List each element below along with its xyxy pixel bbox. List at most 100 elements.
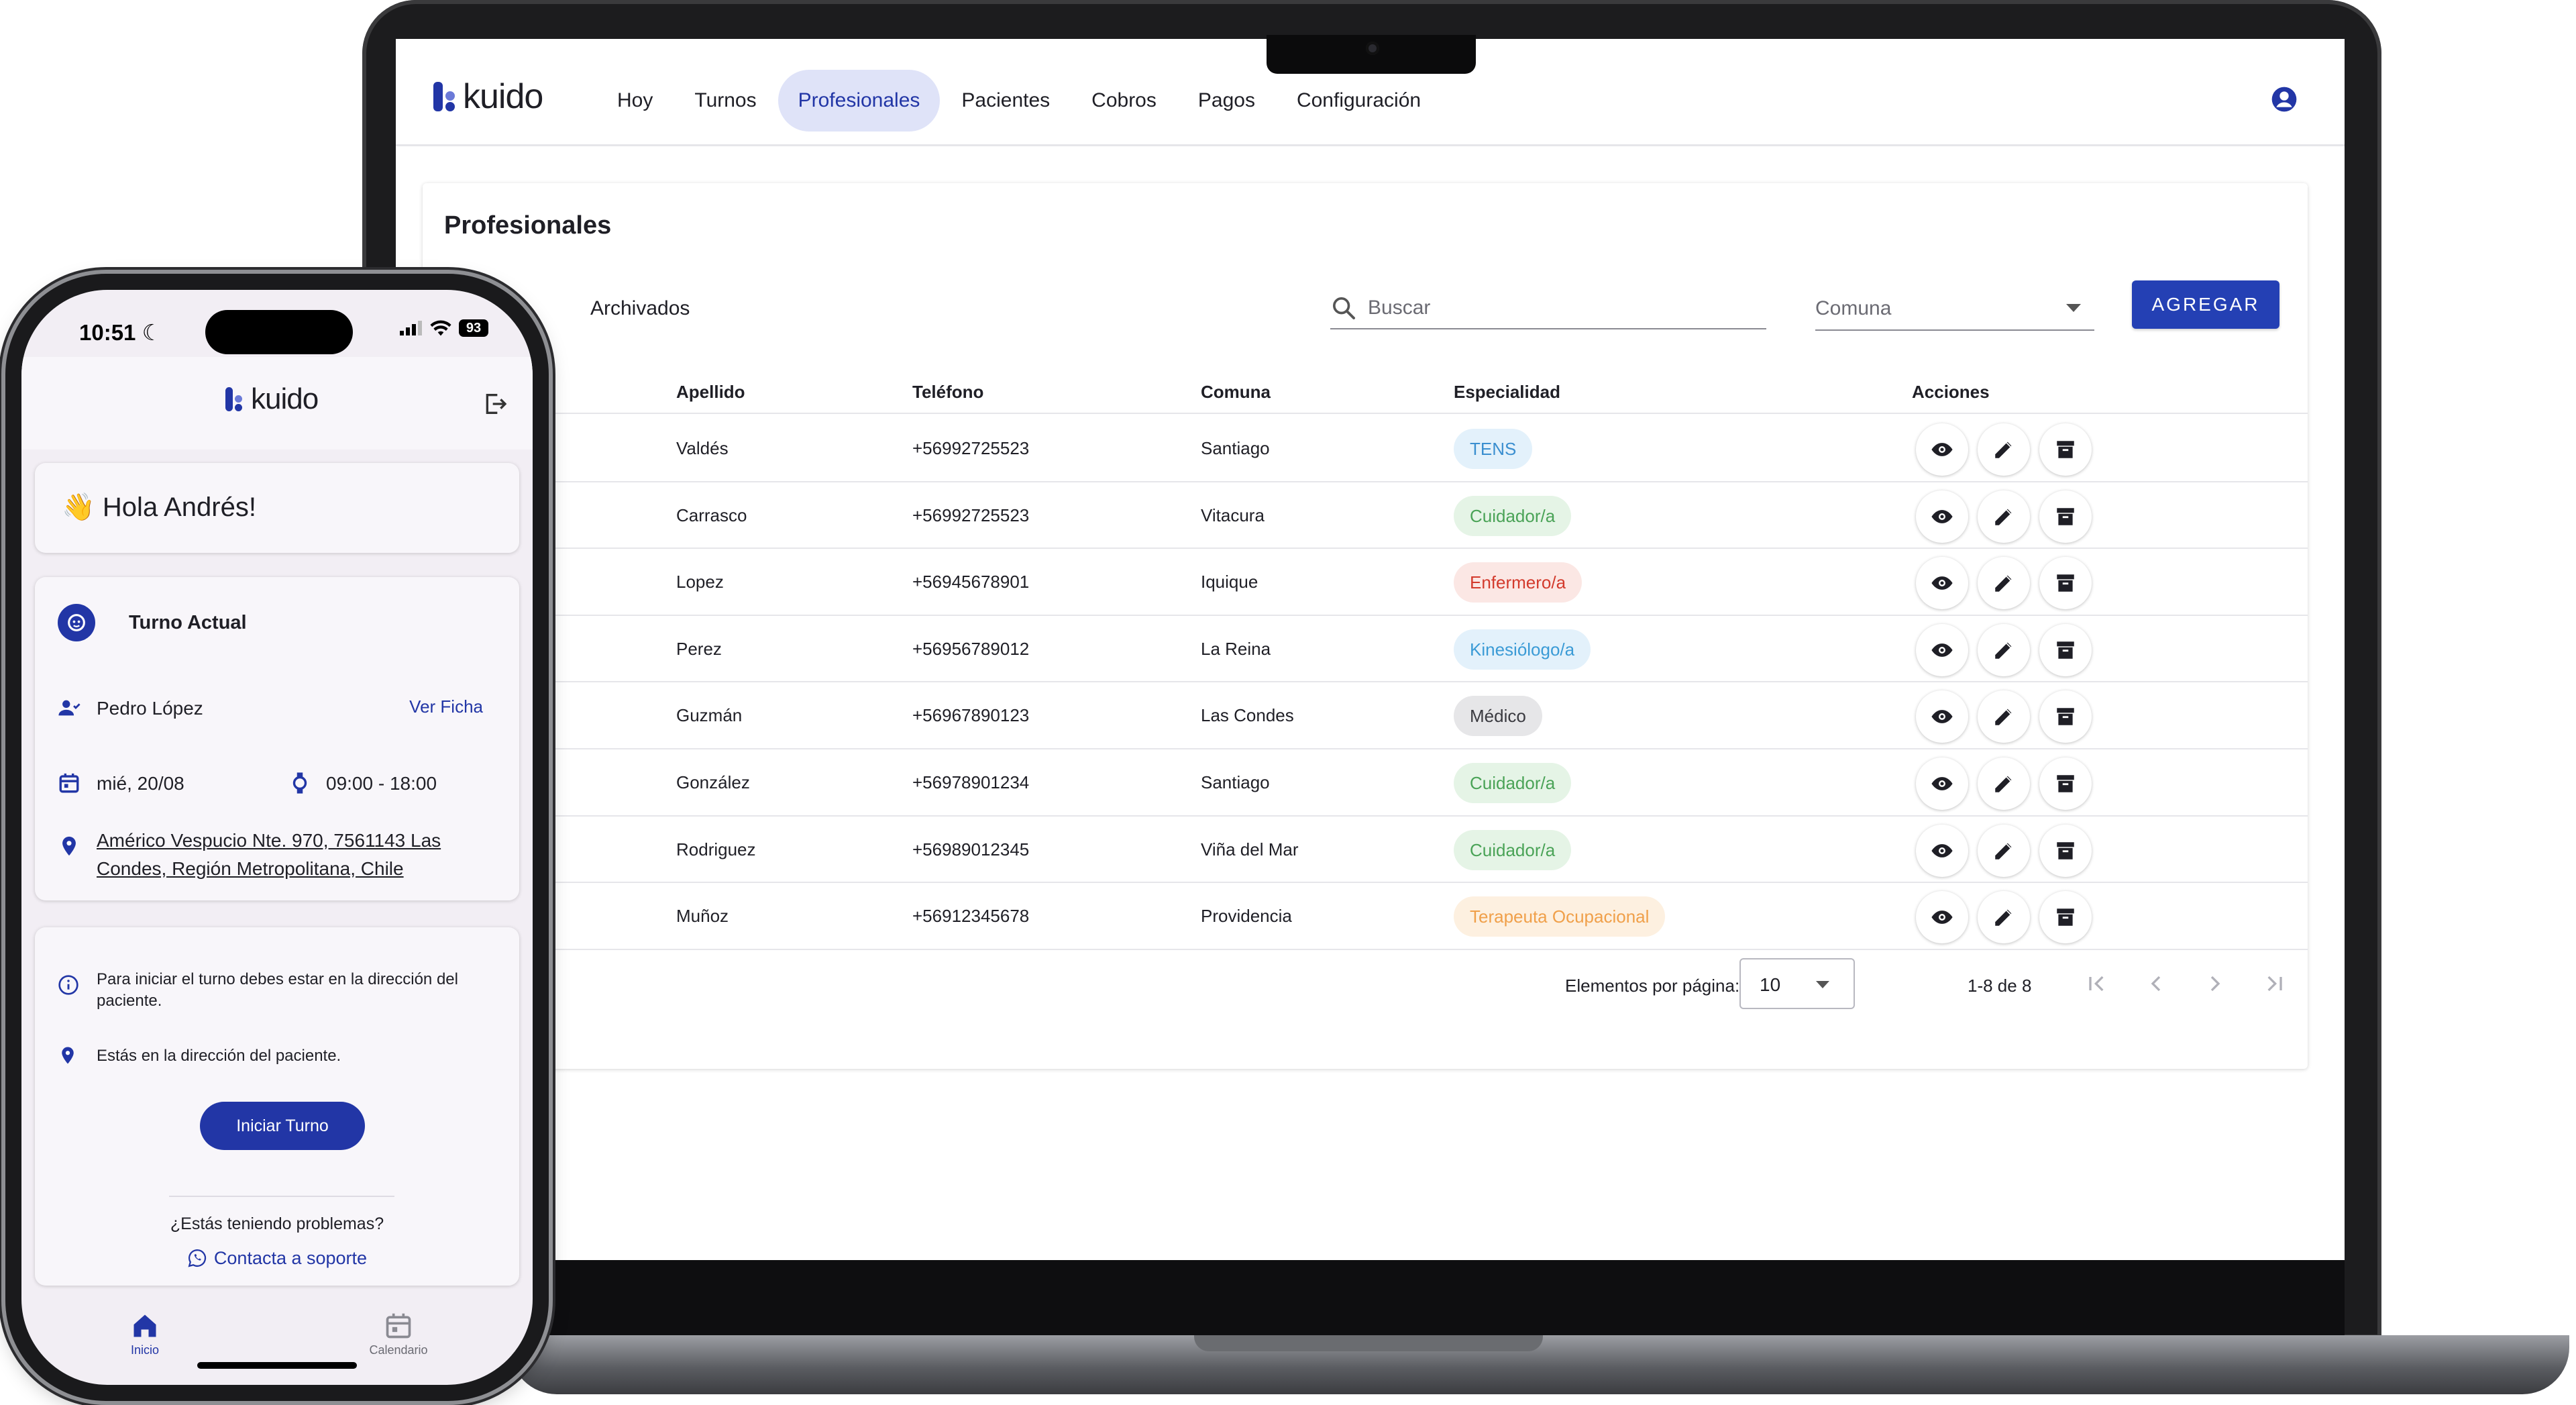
logout-icon[interactable] (482, 391, 508, 417)
watch-icon (292, 772, 307, 794)
nav-turnos[interactable]: Turnos (674, 70, 776, 132)
eye-icon (1931, 576, 1953, 590)
table-row: Rodriguez +56989012345 Viña del Mar Cuidado… (423, 817, 2308, 884)
professionals-card: Profesionales Archivados Comuna AGREGAR … (423, 183, 2308, 1069)
info-icon (58, 975, 78, 995)
view-button[interactable] (1916, 557, 1968, 610)
tab-archivados[interactable]: Archivados (590, 297, 690, 320)
nav-configuracion[interactable]: Configuración (1277, 70, 1441, 132)
edit-button[interactable] (1978, 757, 2030, 810)
table-row: Lopez +56945678901 Iquique Enfermero/a (423, 549, 2308, 616)
status-icons: 93 (400, 319, 488, 337)
edit-button[interactable] (1978, 557, 2030, 610)
page-title: Profesionales (444, 211, 612, 240)
greeting-card: 👋 Hola Andrés! (35, 463, 519, 553)
archive-button[interactable] (2039, 490, 2092, 543)
cell-comuna: Providencia (1201, 906, 1292, 927)
archive-button[interactable] (2039, 757, 2092, 810)
battery-level: 93 (459, 319, 488, 337)
eye-icon (1931, 643, 1953, 657)
view-button[interactable] (1916, 423, 1968, 476)
home-indicator (197, 1362, 357, 1369)
cell-apellido: Guzmán (676, 705, 743, 726)
edit-button[interactable] (1978, 690, 2030, 743)
prev-page-button[interactable] (2127, 968, 2186, 1000)
table-row: Muñoz +56912345678 Providencia Terapeuta Oc… (423, 883, 2308, 950)
account-circle-icon[interactable] (2271, 86, 2298, 113)
brand-name: kuido (251, 382, 319, 415)
edit-button[interactable] (1978, 623, 2030, 676)
specialty-chip: Cuidador/a (1454, 495, 1572, 536)
patient-name: Pedro López (97, 698, 203, 719)
cell-telefono: +56989012345 (912, 839, 1030, 860)
comuna-select[interactable]: Comuna (1815, 295, 2094, 331)
shift-address-link[interactable]: Américo Vespucio Nte. 970, 7561143 Las C… (97, 827, 499, 883)
eye-icon (1931, 710, 1953, 724)
view-button[interactable] (1916, 490, 1968, 543)
cell-telefono: +56992725523 (912, 438, 1030, 458)
tab-calendario[interactable]: Calendario (338, 1311, 459, 1357)
next-page-button[interactable] (2186, 968, 2245, 1000)
dynamic-island (205, 310, 353, 354)
first-page-button[interactable] (2068, 968, 2127, 1000)
chevron-down-icon (1816, 981, 1829, 988)
view-button[interactable] (1916, 824, 1968, 877)
nav-pacientes[interactable]: Pacientes (941, 70, 1070, 132)
pencil-icon (1995, 709, 2012, 726)
archive-button[interactable] (2039, 891, 2092, 944)
phone-header: kuido (21, 357, 533, 450)
eye-icon (1931, 910, 1953, 925)
column-header-especialidad[interactable]: Especialidad (1454, 382, 1560, 403)
kuido-logo-mark (433, 82, 458, 111)
per-page-select[interactable]: 10 (1739, 958, 1855, 1009)
tab-inicio-label: Inicio (130, 1343, 160, 1357)
contact-support-link[interactable]: Contacta a soporte (35, 1248, 519, 1269)
page-range: 1-8 de 8 (1968, 976, 2032, 996)
table-row: Carrasco +56992725523 Vitacura Cuidador/a (423, 482, 2308, 550)
view-patient-link[interactable]: Ver Ficha (409, 696, 483, 717)
cell-comuna: Iquique (1201, 572, 1258, 592)
cell-apellido: Valdés (676, 438, 729, 458)
start-shift-notice: Para iniciar el turno debes estar en la … (97, 970, 458, 1010)
tab-inicio[interactable]: Inicio (85, 1311, 205, 1357)
archive-button[interactable] (2039, 824, 2092, 877)
specialty-chip: Cuidador/a (1454, 762, 1572, 803)
view-button[interactable] (1916, 623, 1968, 676)
search-field[interactable] (1330, 291, 1766, 329)
cell-telefono: +56978901234 (912, 772, 1030, 792)
column-header-telefono[interactable]: Teléfono (912, 382, 983, 403)
search-input[interactable] (1368, 293, 1757, 323)
pencil-icon (1995, 509, 2012, 525)
archive-button[interactable] (2039, 423, 2092, 476)
pager-buttons (2068, 968, 2304, 1000)
edit-button[interactable] (1978, 824, 2030, 877)
nav-cobros[interactable]: Cobros (1071, 70, 1177, 132)
column-header-comuna[interactable]: Comuna (1201, 382, 1271, 403)
cell-apellido: Carrasco (676, 505, 747, 525)
archive-button[interactable] (2039, 690, 2092, 743)
view-button[interactable] (1916, 891, 1968, 944)
last-page-button[interactable] (2245, 968, 2304, 1000)
archive-button[interactable] (2039, 557, 2092, 610)
start-shift-button[interactable]: Iniciar Turno (200, 1102, 365, 1150)
edit-button[interactable] (1978, 423, 2030, 476)
view-button[interactable] (1916, 757, 1968, 810)
cell-comuna: La Reina (1201, 638, 1271, 659)
archive-button[interactable] (2039, 623, 2092, 676)
column-header-apellido[interactable]: Apellido (676, 382, 745, 403)
row-actions (1916, 557, 2101, 610)
status-time: 10:51 ☾ (79, 320, 162, 345)
tab-calendario-label: Calendario (369, 1343, 428, 1357)
kuido-logo[interactable]: kuido (433, 76, 543, 117)
view-button[interactable] (1916, 690, 1968, 743)
nav-profesionales[interactable]: Profesionales (777, 70, 941, 132)
brand-name: kuido (463, 77, 543, 116)
nav-hoy[interactable]: Hoy (597, 70, 673, 132)
nav-pagos[interactable]: Pagos (1178, 70, 1275, 132)
add-button[interactable]: AGREGAR (2132, 280, 2279, 329)
main-nav: Hoy Turnos Profesionales Pacientes Cobro… (597, 70, 1442, 132)
edit-button[interactable] (1978, 891, 2030, 944)
eye-icon (1931, 843, 1953, 857)
moon-icon: ☾ (142, 320, 162, 345)
edit-button[interactable] (1978, 490, 2030, 543)
